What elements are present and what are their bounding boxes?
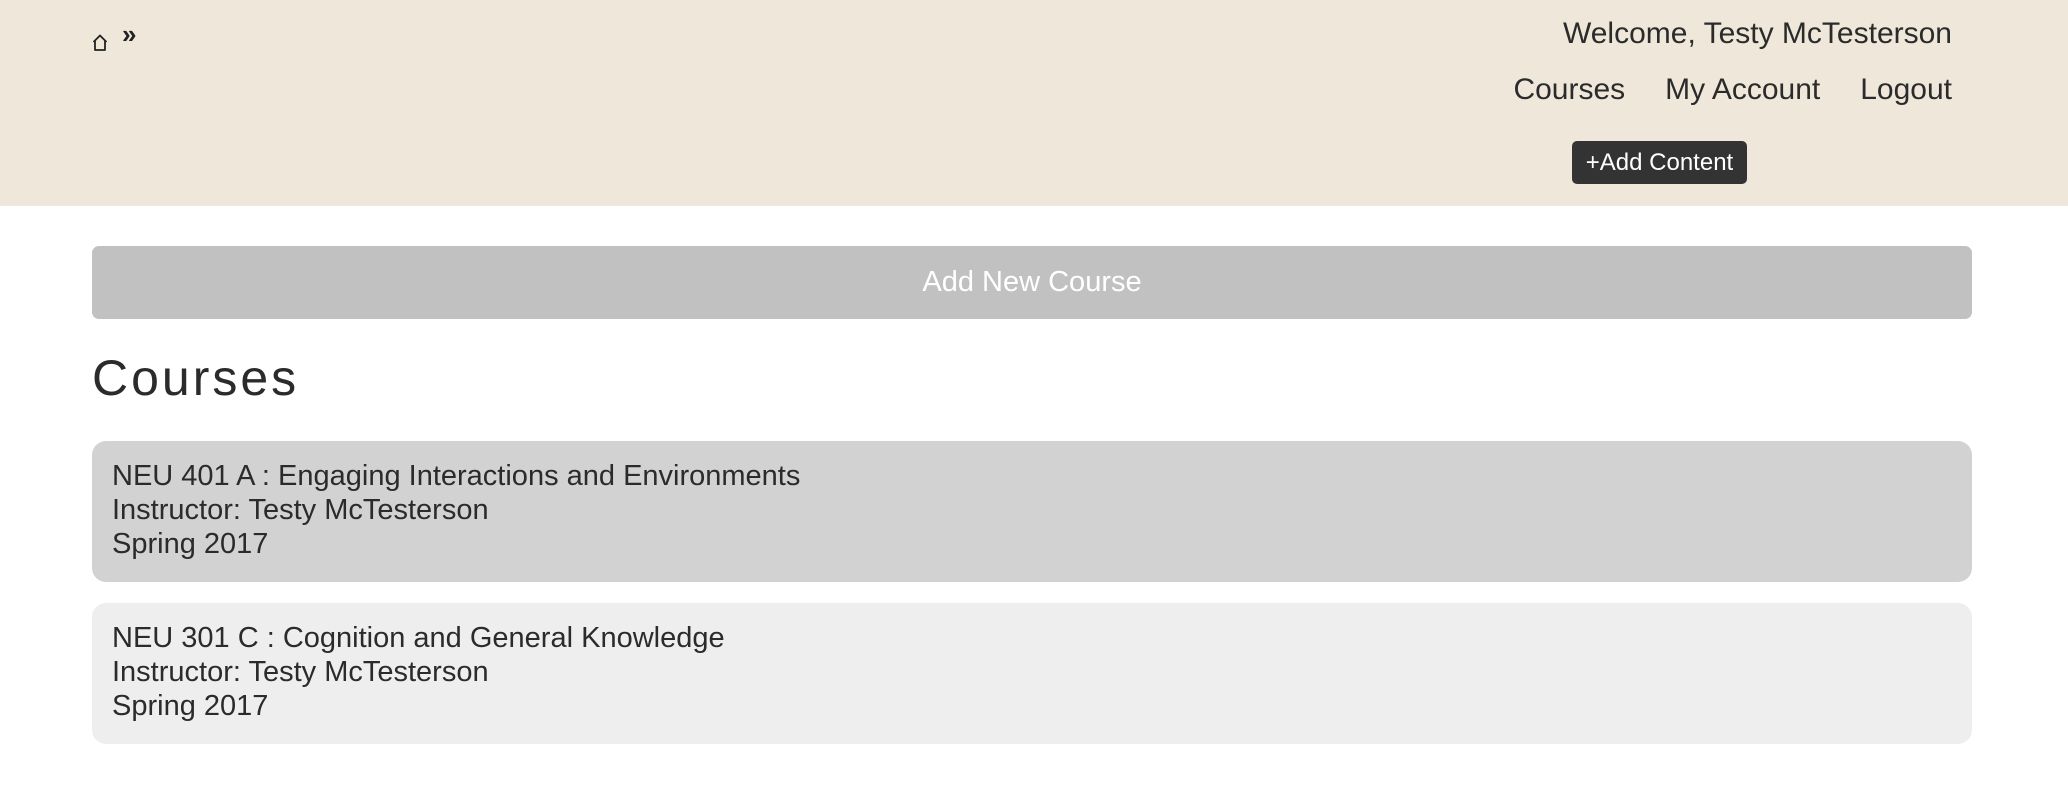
add-new-course-button[interactable]: Add New Course [92, 246, 1972, 319]
course-title: NEU 301 C : Cognition and General Knowle… [112, 622, 725, 654]
welcome-message: Welcome, Testy McTesterson [1562, 17, 1952, 50]
site-header: » Welcome, Testy McTesterson Courses My … [0, 0, 2068, 206]
course-card-neu-301-c[interactable]: NEU 301 C : Cognition and General Knowle… [92, 603, 1972, 744]
home-icon[interactable] [92, 24, 108, 51]
course-term: Spring 2017 [112, 690, 269, 722]
breadcrumb-separator: » [122, 19, 137, 49]
nav-my-account-link[interactable]: My Account [1665, 70, 1820, 110]
course-term: Spring 2017 [112, 528, 269, 560]
add-content-button[interactable]: +Add Content [1572, 141, 1747, 184]
nav-courses-link[interactable]: Courses [1513, 70, 1625, 110]
course-title: NEU 401 A : Engaging Interactions and En… [112, 460, 801, 492]
course-instructor: Instructor: Testy McTesterson [112, 656, 489, 688]
course-card-neu-401-a[interactable]: NEU 401 A : Engaging Interactions and En… [92, 441, 1972, 582]
top-nav: Courses My Account Logout [1513, 70, 1952, 110]
breadcrumb: » [92, 14, 136, 54]
course-instructor: Instructor: Testy McTesterson [112, 494, 489, 526]
nav-logout-link[interactable]: Logout [1860, 70, 1952, 110]
page-title: Courses [92, 350, 300, 406]
